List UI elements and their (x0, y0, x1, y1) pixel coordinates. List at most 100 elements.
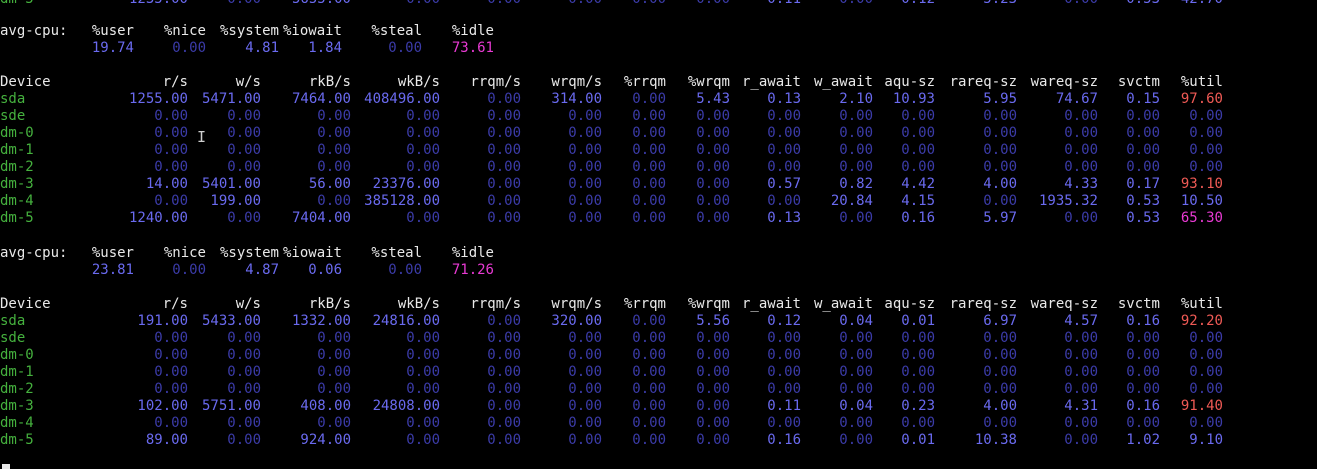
stat-value: 0.00 (767, 347, 801, 363)
stat-value: 0.00 (901, 364, 935, 380)
stat-value: 0.00 (1189, 108, 1223, 124)
stat-value: 0.00 (696, 142, 730, 158)
stat-value: 0.16 (1126, 398, 1160, 414)
stat-value: 0.00 (406, 108, 440, 124)
stat-value: 0.00 (839, 415, 873, 431)
avg-cpu-header: avg-cpu: %user %nice %system %iowait %steal %i… (0, 23, 1317, 40)
stat-value: 0.00 (1064, 415, 1098, 431)
stat-value: 0.00 (227, 142, 261, 158)
stat-value: 0.00 (901, 330, 935, 346)
stat-value: 4.00 (983, 398, 1017, 414)
stat-value: 5655.00 (292, 0, 351, 8)
stat-value: 0.00 (1126, 415, 1160, 431)
device-column-header: Device (0, 74, 51, 90)
stat-value: 0.00 (568, 159, 602, 175)
stat-value: 0.00 (901, 381, 935, 397)
stat-value: 93.10 (1180, 176, 1223, 192)
stat-value: 0.00 (1064, 142, 1098, 158)
stat-value: 0.00 (696, 330, 730, 346)
device-column-header: rareq-sz (949, 74, 1017, 90)
device-column-header: svctm (1117, 296, 1160, 312)
stat-value: 0.00 (154, 347, 188, 363)
cpu-value: 0.00 (172, 262, 206, 278)
device-column-header: r/s (162, 296, 188, 312)
stat-value: 0.00 (1126, 364, 1160, 380)
device-row: dm-1 0.00 0.00 0.00 0.00 0.00 0.00 0.00 0.00 0.00… (0, 364, 1317, 381)
stat-value: 4.00 (983, 176, 1017, 192)
stat-value: 0.00 (767, 108, 801, 124)
device-name: dm-3 (0, 398, 34, 414)
stat-value: 199.00 (210, 193, 261, 209)
stat-value: 0.53 (1126, 210, 1160, 226)
device-column-header: aqu-sz (884, 296, 935, 312)
stat-value: 0.00 (1064, 364, 1098, 380)
stat-value: 385128.00 (364, 193, 440, 209)
stat-value: 5.43 (696, 91, 730, 107)
stat-value: 0.00 (154, 364, 188, 380)
stat-value: 0.00 (1189, 364, 1223, 380)
avg-cpu-label: avg-cpu: (0, 23, 68, 39)
device-row: dm-3 14.00 5401.00 56.00 23376.00 0.00 0.00 0.0… (0, 176, 1317, 193)
stat-value: 0.00 (901, 415, 935, 431)
stat-value: 0.00 (1189, 142, 1223, 158)
device-column-header: rrqm/s (470, 296, 521, 312)
stat-value: 0.00 (487, 210, 521, 226)
stat-value: 56.00 (308, 176, 351, 192)
stat-value: 42.70 (1181, 0, 1223, 8)
stat-value: 0.00 (696, 125, 730, 141)
device-column-header: wareq-sz (1030, 74, 1098, 90)
device-row: dm-0 0.00 0.00 0.00 0.00 0.00 0.00 0.00 0.00 0.00… (0, 347, 1317, 364)
stat-value: 4.33 (1064, 176, 1098, 192)
avg-cpu-values: 23.81 0.00 4.87 0.06 0.00 71.26 (0, 262, 1317, 279)
device-column-header: %wrqm (687, 74, 730, 90)
stat-value: 0.00 (1189, 347, 1223, 363)
stat-value: 5401.00 (201, 176, 261, 192)
device-column-header: r_await (741, 74, 801, 90)
stat-value: 0.00 (767, 193, 801, 209)
stat-value: 0.00 (696, 364, 730, 380)
cpu-column-header: %system (219, 245, 279, 261)
stat-value: 5433.00 (201, 313, 261, 329)
stat-value: 0.00 (406, 364, 440, 380)
stat-value: 24808.00 (372, 398, 440, 414)
device-name: sda (0, 91, 26, 107)
stat-value: 23376.00 (372, 176, 440, 192)
stat-value: 0.00 (839, 159, 873, 175)
stat-value: 0.00 (487, 347, 521, 363)
cpu-column-header: %idle (451, 23, 494, 39)
stat-value: 0.00 (406, 347, 440, 363)
stat-value: 0.00 (767, 142, 801, 158)
stat-value: 0.00 (1126, 381, 1160, 397)
stat-value: 0.00 (696, 176, 730, 192)
cpu-column-header: %steal (371, 23, 422, 39)
stat-value: 0.00 (901, 125, 935, 141)
stat-value: 0.00 (406, 0, 440, 8)
stat-value: 1332.00 (291, 313, 351, 329)
stat-value: 0.00 (632, 210, 666, 226)
stat-value: 0.00 (1064, 108, 1098, 124)
stat-value: 0.00 (406, 415, 440, 431)
stat-value: 4.15 (901, 193, 935, 209)
stat-value: 0.00 (983, 125, 1017, 141)
device-column-header: wkB/s (397, 296, 440, 312)
stat-value: 0.00 (317, 159, 351, 175)
stat-value: 0.00 (406, 381, 440, 397)
stat-value: 0.00 (1126, 125, 1160, 141)
stat-value: 9.10 (1189, 432, 1223, 448)
terminal-window[interactable]: dm-51235.000.005655.000.000.000.000.000.… (0, 0, 1317, 469)
device-column-header: w/s (235, 74, 261, 90)
stat-value: 0.00 (696, 159, 730, 175)
stat-value: 0.00 (487, 398, 521, 414)
stat-value: 0.00 (154, 159, 188, 175)
stat-value: 0.00 (154, 142, 188, 158)
stat-value: 0.00 (839, 381, 873, 397)
stat-value: 0.00 (1064, 159, 1098, 175)
stat-value: 0.00 (487, 142, 521, 158)
stat-value: 0.00 (487, 176, 521, 192)
stat-value: 0.00 (632, 125, 666, 141)
stat-value: 191.00 (137, 313, 188, 329)
stat-value: 320.00 (551, 313, 602, 329)
stat-value: 0.00 (317, 347, 351, 363)
stat-value: 0.17 (1126, 176, 1160, 192)
stat-value: 0.01 (901, 432, 935, 448)
